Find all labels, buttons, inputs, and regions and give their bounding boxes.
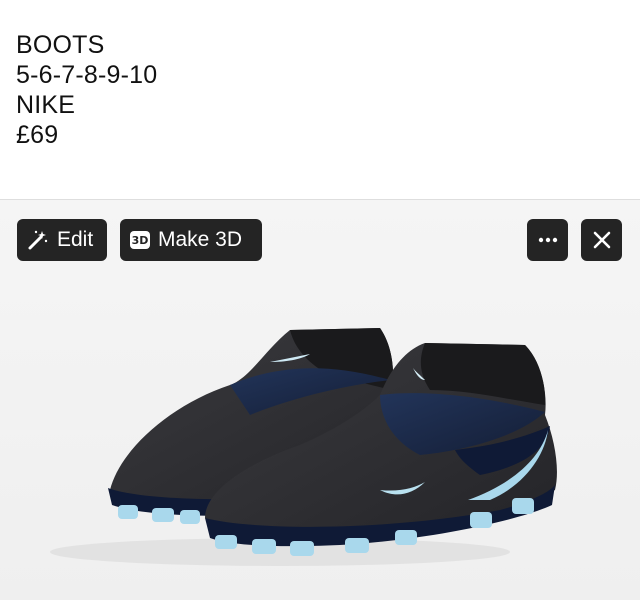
item-brand: NIKE	[16, 91, 76, 119]
item-sizes: 5-6-7-8-9-10	[16, 61, 158, 89]
bottom-strip	[0, 600, 640, 616]
item-name: BOOTS	[16, 31, 105, 59]
edit-label: Edit	[57, 228, 94, 251]
3d-badge-icon: 3D	[130, 231, 150, 249]
ellipsis-icon	[538, 237, 558, 243]
make-3d-button[interactable]: 3D Make 3D	[120, 219, 262, 261]
post-description: BOOTS 5-6-7-8-9-10 NIKE £69	[16, 30, 157, 150]
more-options-button[interactable]	[527, 219, 568, 261]
make-3d-label: Make 3D	[158, 228, 243, 251]
edit-button[interactable]: Edit	[17, 219, 107, 261]
close-icon	[593, 231, 611, 249]
close-button[interactable]	[581, 219, 622, 261]
magic-wand-icon	[27, 229, 49, 251]
item-price: £69	[16, 121, 59, 149]
